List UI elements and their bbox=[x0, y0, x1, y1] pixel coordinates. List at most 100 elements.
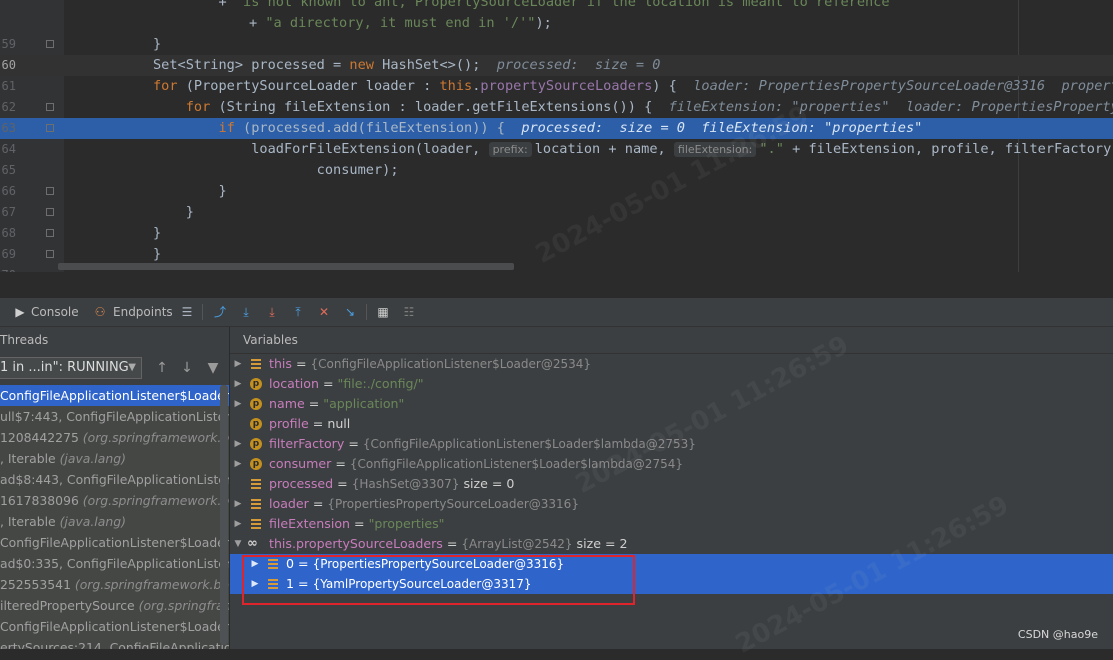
arrow-up-icon[interactable]: ↑ bbox=[154, 360, 170, 376]
thread-selector[interactable]: 1 in ...in": RUNNING ▼ bbox=[0, 357, 142, 379]
fold-marker-icon[interactable] bbox=[46, 229, 54, 237]
variable-row[interactable]: processed = {HashSet@3307} size = 0 bbox=[230, 474, 1113, 494]
variable-name: location bbox=[269, 376, 319, 391]
step-out-icon[interactable]: ⤒ bbox=[290, 304, 306, 320]
drop-frame-icon[interactable]: ✕ bbox=[316, 304, 332, 320]
code-line[interactable]: 66 } bbox=[0, 181, 1113, 202]
filter-icon[interactable]: ▼ bbox=[205, 360, 221, 376]
variable-row[interactable]: ▶ 0 = {PropertiesPropertySourceLoader@331… bbox=[230, 554, 1113, 574]
variable-row[interactable]: ▶ p consumer = {ConfigFileApplicationListe… bbox=[230, 454, 1113, 474]
variable-row[interactable]: ▶ this = {ConfigFileApplicationListener$L… bbox=[230, 354, 1113, 374]
stack-frame-label: ertySources:214, ConfigFileApplicationLi bbox=[0, 640, 229, 649]
code-text: for (PropertySourceLoader loader : this.… bbox=[153, 78, 1113, 94]
code-line[interactable]: + "a directory, it must end in '/'"); bbox=[0, 13, 1113, 34]
line-number[interactable]: 62 bbox=[0, 97, 16, 118]
expand-arrow-icon[interactable]: ▶ bbox=[233, 494, 243, 514]
fold-marker-icon[interactable] bbox=[46, 124, 54, 132]
line-number[interactable]: 61 bbox=[0, 76, 16, 97]
expand-arrow-icon[interactable]: ▶ bbox=[233, 434, 243, 454]
expand-arrow-icon[interactable]: ▶ bbox=[250, 574, 260, 594]
tab-console[interactable]: Console bbox=[31, 298, 79, 326]
variable-row[interactable]: ▶ p filterFactory = {ConfigFileApplication… bbox=[230, 434, 1113, 454]
stack-frame[interactable]: ad$0:335, ConfigFileApplicationListene bbox=[0, 553, 229, 574]
evaluate-expression-icon[interactable]: ▦ bbox=[375, 304, 391, 320]
field-icon bbox=[250, 478, 262, 490]
tab-endpoints[interactable]: Endpoints bbox=[113, 298, 173, 326]
parameter-icon: p bbox=[250, 398, 262, 410]
variable-name: 1 bbox=[286, 576, 295, 591]
line-number[interactable]: 69 bbox=[0, 244, 16, 265]
code-line[interactable]: 68} bbox=[0, 223, 1113, 244]
variable-row[interactable]: ▼ ∞ this.propertySourceLoaders = {ArrayLis… bbox=[230, 534, 1113, 554]
stack-frame[interactable]: ConfigFileApplicationListener$Loader (o bbox=[0, 616, 229, 637]
stack-frame[interactable]: 1617838096 (org.springframework.boo bbox=[0, 490, 229, 511]
stack-frame[interactable]: ConfigFileApplicationListener$Loader (o bbox=[0, 532, 229, 553]
line-number[interactable]: 65 bbox=[0, 160, 16, 181]
fold-marker-icon[interactable] bbox=[46, 208, 54, 216]
variables-title: Variables bbox=[243, 333, 298, 347]
run-to-cursor-icon[interactable]: ↘ bbox=[342, 304, 358, 320]
stack-frame[interactable]: ConfigFileApplicationListener$Loader (o bbox=[0, 385, 229, 406]
expand-arrow-icon[interactable]: ▶ bbox=[233, 514, 243, 534]
code-line[interactable]: 63 if (processed.add(fileExtension)) { p… bbox=[0, 118, 1113, 139]
menu-lines-icon[interactable]: ☰ bbox=[179, 304, 195, 320]
code-line[interactable]: 65 consumer); bbox=[0, 160, 1113, 181]
code-line[interactable]: 67 } bbox=[0, 202, 1113, 223]
step-over-icon[interactable]: ⤓ bbox=[238, 304, 254, 320]
stack-frame-label: ilteredPropertySource bbox=[0, 598, 139, 613]
stack-frame[interactable]: , Iterable (java.lang) bbox=[0, 448, 229, 469]
frames-scrollbar[interactable] bbox=[220, 385, 228, 645]
code-line[interactable]: 62 for (String fileExtension : loader.ge… bbox=[0, 97, 1113, 118]
line-number[interactable]: 68 bbox=[0, 223, 16, 244]
line-number[interactable]: 70 bbox=[0, 265, 16, 272]
expand-arrow-icon[interactable]: ▶ bbox=[233, 354, 243, 374]
code-text: if (processed.add(fileExtension)) { proc… bbox=[218, 120, 923, 136]
frames-list: ConfigFileApplicationListener$Loader (o u… bbox=[0, 385, 229, 649]
fold-marker-icon[interactable] bbox=[46, 187, 54, 195]
stack-frame[interactable]: , Iterable (java.lang) bbox=[0, 511, 229, 532]
stack-frame[interactable]: ad$8:443, ConfigFileApplicationListene bbox=[0, 469, 229, 490]
code-line[interactable]: 60 Set<String> processed = new HashSet<>(… bbox=[0, 55, 1113, 76]
code-line[interactable]: 64 loadForFileExtension(loader, prefix: l… bbox=[0, 139, 1113, 160]
line-number[interactable]: 66 bbox=[0, 181, 16, 202]
step-into-icon[interactable]: ⤓ bbox=[264, 304, 280, 320]
stack-frame[interactable]: ertySources:214, ConfigFileApplicationLi bbox=[0, 637, 229, 649]
expand-arrow-icon[interactable]: ▶ bbox=[250, 554, 260, 574]
collapse-arrow-icon[interactable]: ▼ bbox=[233, 534, 243, 554]
variable-row[interactable]: ▶ p name = "application" bbox=[230, 394, 1113, 414]
arrow-down-icon[interactable]: ↓ bbox=[179, 360, 195, 376]
stack-frame[interactable]: ilteredPropertySource (org.springframe bbox=[0, 595, 229, 616]
variable-row[interactable]: ▶ 1 = {YamlPropertySourceLoader@3317} bbox=[230, 574, 1113, 594]
variable-text: processed = {HashSet@3307} size = 0 bbox=[269, 476, 515, 491]
variable-row[interactable]: ▶ fileExtension = "properties" bbox=[230, 514, 1113, 534]
variable-row[interactable]: ▶ p location = "file:./config/" bbox=[230, 374, 1113, 394]
variable-name: profile bbox=[269, 416, 309, 431]
variable-row[interactable]: p profile = null bbox=[230, 414, 1113, 434]
expand-arrow-icon[interactable]: ▶ bbox=[233, 394, 243, 414]
fold-marker-icon[interactable] bbox=[46, 103, 54, 111]
code-line[interactable]: 61 for (PropertySourceLoader loader : thi… bbox=[0, 76, 1113, 97]
expand-arrow-icon[interactable]: ▶ bbox=[233, 454, 243, 474]
variables-tree: ▶ this = {ConfigFileApplicationListener$L… bbox=[230, 354, 1113, 594]
line-number[interactable]: 60 bbox=[0, 55, 16, 76]
code-line[interactable]: 59} bbox=[0, 34, 1113, 55]
line-number[interactable]: 64 bbox=[0, 139, 16, 160]
line-number[interactable]: 63 bbox=[0, 118, 16, 139]
code-line[interactable]: + "is not known to ant, PropertySourceLo… bbox=[0, 0, 1113, 13]
fold-marker-icon[interactable] bbox=[46, 40, 54, 48]
editor-horizontal-scrollbar[interactable] bbox=[58, 263, 514, 270]
expand-arrow-icon[interactable]: ▶ bbox=[233, 374, 243, 394]
code-editor[interactable]: + "is not known to ant, PropertySourceLo… bbox=[0, 0, 1113, 272]
variable-value: null bbox=[327, 416, 351, 431]
line-number[interactable]: 67 bbox=[0, 202, 16, 223]
stack-frame[interactable]: 252553541 (org.springframework.boo bbox=[0, 574, 229, 595]
code-line[interactable]: 69} bbox=[0, 244, 1113, 265]
trace-stream-icon[interactable]: ☷ bbox=[401, 304, 417, 320]
fold-marker-icon[interactable] bbox=[46, 250, 54, 258]
stack-frame[interactable]: 1208442275 (org.springframework.boo bbox=[0, 427, 229, 448]
stack-frame[interactable]: ull$7:443, ConfigFileApplicationListener bbox=[0, 406, 229, 427]
variable-row[interactable]: ▶ loader = {PropertiesPropertySourceLoade… bbox=[230, 494, 1113, 514]
code-text: consumer); bbox=[153, 162, 399, 178]
show-execution-point-icon[interactable]: ⤴ bbox=[212, 304, 228, 320]
line-number[interactable]: 59 bbox=[0, 34, 16, 55]
